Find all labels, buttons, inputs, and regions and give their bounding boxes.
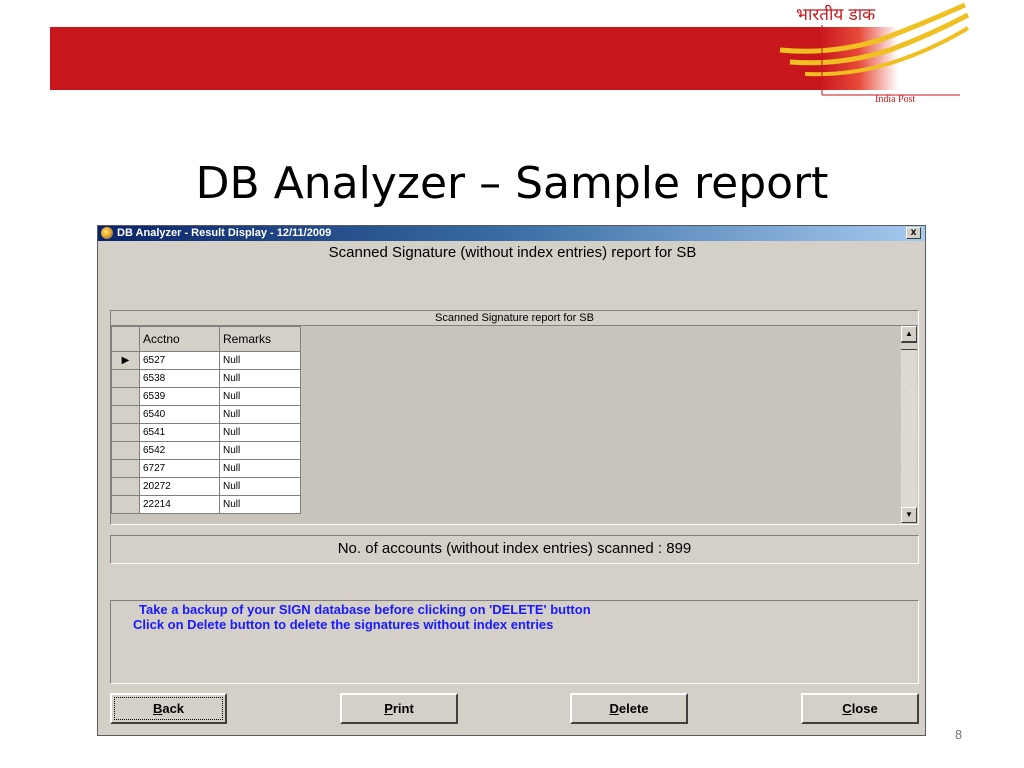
- cell-remarks[interactable]: Null: [219, 423, 301, 442]
- close-label-rest: lose: [851, 701, 878, 716]
- table-row[interactable]: 6540 Null: [111, 405, 301, 424]
- cell-acctno[interactable]: 6540: [139, 405, 220, 424]
- app-icon: [101, 227, 113, 239]
- row-selector[interactable]: [111, 423, 140, 442]
- grid-caption: Scanned Signature report for SB: [111, 311, 918, 326]
- current-row-pointer-icon: ▶: [121, 355, 130, 366]
- table-row[interactable]: 6539 Null: [111, 387, 301, 406]
- table-row[interactable]: 22214 Null: [111, 495, 301, 514]
- back-button[interactable]: Back: [110, 693, 227, 724]
- print-label-rest: rint: [392, 701, 414, 716]
- row-selector[interactable]: ▶: [111, 351, 140, 370]
- delete-instruction-message: Click on Delete button to delete the sig…: [133, 617, 554, 632]
- row-selector[interactable]: [111, 441, 140, 460]
- message-panel: Take a backup of your SIGN database befo…: [110, 600, 919, 684]
- table-row[interactable]: 20272 Null: [111, 477, 301, 496]
- cell-acctno[interactable]: 6727: [139, 459, 220, 478]
- cell-remarks[interactable]: Null: [219, 369, 301, 388]
- cell-acctno[interactable]: 6542: [139, 441, 220, 460]
- vertical-scrollbar[interactable]: ▲ ▼: [901, 326, 917, 523]
- delete-label-rest: elete: [618, 701, 649, 716]
- scroll-up-arrow-icon[interactable]: ▲: [901, 326, 917, 342]
- header-banner: [50, 27, 820, 90]
- cell-remarks[interactable]: Null: [219, 387, 301, 406]
- row-selector[interactable]: [111, 369, 140, 388]
- scroll-thumb[interactable]: [901, 342, 917, 350]
- row-selector[interactable]: [111, 387, 140, 406]
- row-selector[interactable]: [111, 495, 140, 514]
- results-grid[interactable]: Scanned Signature report for SB Acctno R…: [110, 310, 919, 525]
- window-title: DB Analyzer - Result Display - 12/11/200…: [117, 227, 332, 239]
- window-close-button[interactable]: x: [906, 227, 921, 239]
- results-table: Acctno Remarks ▶ 6527 Null 6538 Null 6539 Null…: [111, 326, 301, 514]
- delete-button[interactable]: Delete: [570, 693, 688, 724]
- cell-acctno[interactable]: 20272: [139, 477, 220, 496]
- row-selector[interactable]: [111, 405, 140, 424]
- column-header-remarks[interactable]: Remarks: [219, 326, 301, 352]
- logo-hindi-text: भारतीय डाक: [796, 5, 876, 25]
- delete-accel: D: [609, 701, 619, 716]
- table-header-row: Acctno Remarks: [111, 326, 301, 352]
- accounts-count: No. of accounts (without index entries) …: [110, 535, 919, 564]
- table-row[interactable]: 6542 Null: [111, 441, 301, 460]
- cell-acctno[interactable]: 6527: [139, 351, 220, 370]
- slide-title: DB Analyzer – Sample report: [195, 158, 829, 209]
- cell-acctno[interactable]: 6541: [139, 423, 220, 442]
- back-accel: B: [152, 701, 163, 716]
- close-accel: C: [842, 701, 852, 716]
- row-selector-header: [111, 326, 140, 352]
- cell-remarks[interactable]: Null: [219, 459, 301, 478]
- print-accel: P: [384, 701, 393, 716]
- back-label-rest: ack: [162, 701, 185, 716]
- close-button[interactable]: Close: [801, 693, 919, 724]
- backup-warning-message: Take a backup of your SIGN database befo…: [139, 602, 591, 617]
- page-number: 8: [955, 727, 963, 742]
- cell-remarks[interactable]: Null: [219, 495, 301, 514]
- table-row[interactable]: 6727 Null: [111, 459, 301, 478]
- logo-english-text: India Post: [875, 94, 916, 105]
- table-row[interactable]: ▶ 6527 Null: [111, 351, 301, 370]
- cell-remarks[interactable]: Null: [219, 441, 301, 460]
- cell-remarks[interactable]: Null: [219, 351, 301, 370]
- table-row[interactable]: 6541 Null: [111, 423, 301, 442]
- cell-remarks[interactable]: Null: [219, 477, 301, 496]
- result-display-window: DB Analyzer - Result Display - 12/11/200…: [97, 225, 926, 736]
- scroll-down-arrow-icon[interactable]: ▼: [901, 507, 917, 523]
- report-heading: Scanned Signature (without index entries…: [328, 244, 697, 261]
- cell-acctno[interactable]: 6539: [139, 387, 220, 406]
- window-titlebar[interactable]: DB Analyzer - Result Display - 12/11/200…: [98, 226, 925, 241]
- row-selector[interactable]: [111, 459, 140, 478]
- row-selector[interactable]: [111, 477, 140, 496]
- cell-acctno[interactable]: 22214: [139, 495, 220, 514]
- cell-acctno[interactable]: 6538: [139, 369, 220, 388]
- cell-remarks[interactable]: Null: [219, 405, 301, 424]
- table-row[interactable]: 6538 Null: [111, 369, 301, 388]
- column-header-acctno[interactable]: Acctno: [139, 326, 220, 352]
- print-button[interactable]: Print: [340, 693, 458, 724]
